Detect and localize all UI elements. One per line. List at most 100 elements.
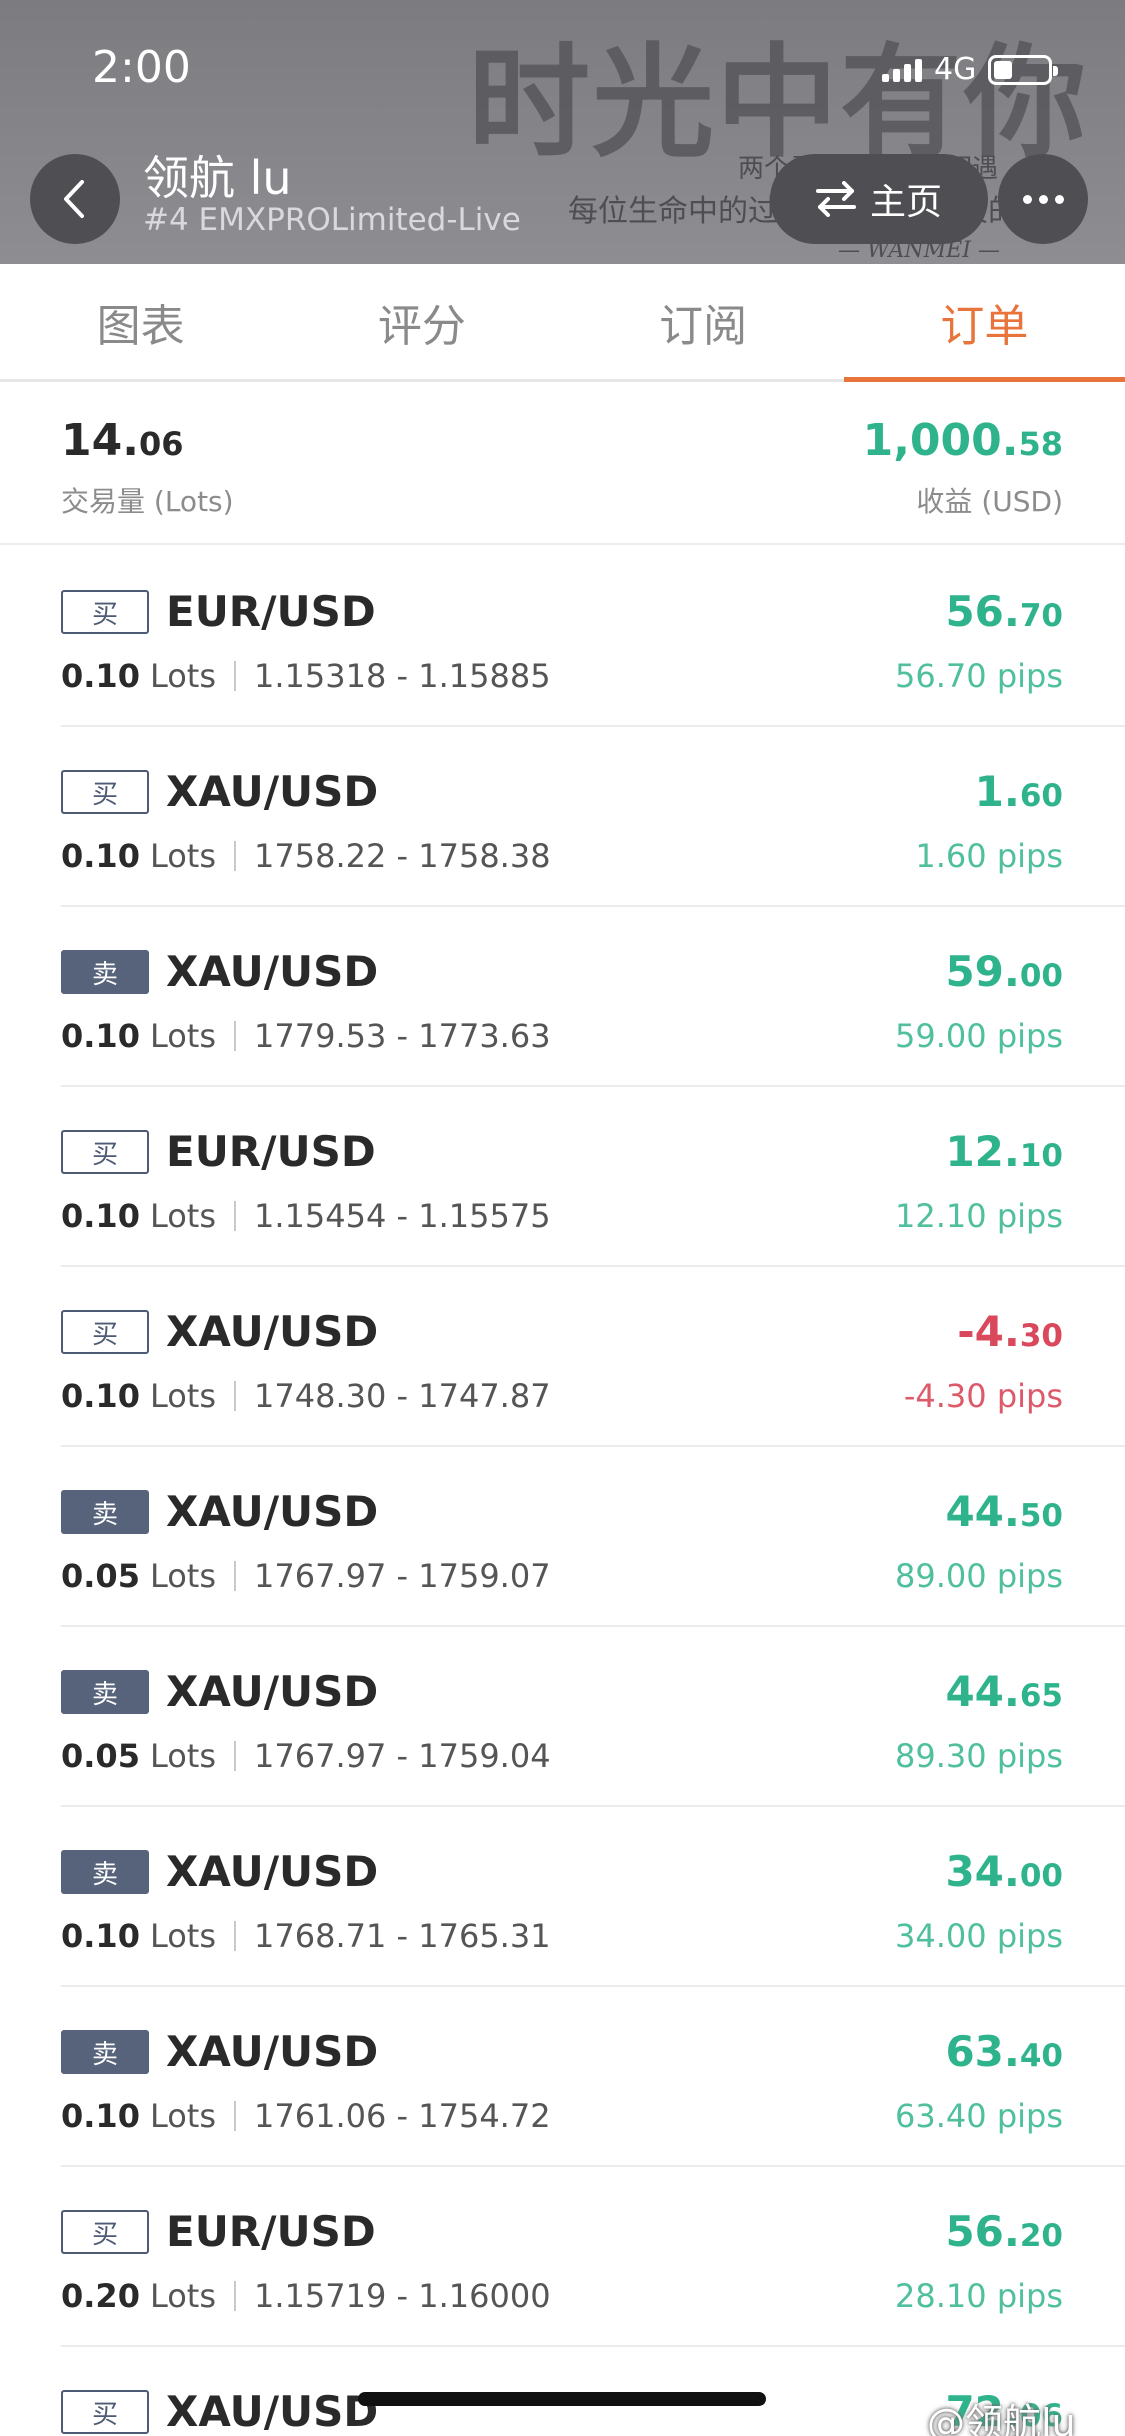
- order-row[interactable]: 卖 XAU/USD 0.10 Lots 1779.53 - 1773.63 59…: [61, 907, 1125, 1087]
- profit-summary: 1,000.58 收益 (USD): [863, 415, 1063, 520]
- divider: [234, 2101, 237, 2131]
- order-symbol: XAU/USD: [166, 767, 379, 816]
- order-pips: 34.00 pips: [895, 1917, 1063, 1955]
- tab-subscribe[interactable]: 订阅: [563, 264, 844, 379]
- order-row[interactable]: 买 XAU/USD 0.10 Lots 1758.22 - 1758.38 1.…: [61, 727, 1125, 907]
- order-lots: 0.10: [61, 1017, 140, 1055]
- swap-arrows-icon: [815, 181, 856, 217]
- order-side-badge: 买: [61, 770, 149, 814]
- order-row[interactable]: 卖 XAU/USD 0.05 Lots 1767.97 - 1759.07 44…: [61, 1447, 1125, 1627]
- order-profit-frac: 70: [1019, 598, 1063, 634]
- order-profit: 56.20: [945, 2207, 1063, 2256]
- order-price-range: 1767.97 - 1759.04: [254, 1737, 551, 1775]
- order-profit: 63.40: [945, 2027, 1063, 2076]
- tab-orders[interactable]: 订单: [843, 264, 1125, 382]
- order-pips: 12.10 pips: [895, 1197, 1063, 1235]
- order-profit: 12.10: [945, 1127, 1063, 1176]
- order-profit-int: -4.: [957, 1307, 1020, 1356]
- order-lots: 0.10: [61, 657, 140, 695]
- order-row[interactable]: 卖 XAU/USD 0.10 Lots 1768.71 - 1765.31 34…: [61, 1807, 1125, 1987]
- order-row[interactable]: 卖 XAU/USD 0.10 Lots 1761.06 - 1754.72 63…: [61, 1987, 1125, 2167]
- tab-bar: 图表 评分 订阅 订单: [0, 264, 1125, 382]
- order-profit-int: 56.: [945, 587, 1020, 636]
- volume-label: 交易量 (Lots): [61, 485, 234, 518]
- order-lots: 0.05: [61, 1737, 140, 1775]
- order-side-badge: 买: [61, 2210, 149, 2254]
- order-profit: 56.70: [945, 587, 1063, 636]
- order-price-range: 1748.30 - 1747.87: [254, 1377, 551, 1415]
- order-profit-frac: 40: [1019, 2038, 1063, 2074]
- order-symbol: EUR/USD: [166, 2207, 376, 2256]
- order-side-badge: 买: [61, 1310, 149, 1354]
- order-details: 0.05 Lots 1767.97 - 1759.07: [61, 1557, 551, 1595]
- orders-summary: 14.06 交易量 (Lots) 1,000.58 收益 (USD): [0, 385, 1125, 545]
- home-button[interactable]: 主页: [770, 154, 988, 244]
- order-profit-int: 44.: [945, 1487, 1020, 1536]
- order-row[interactable]: 买 XAU/USD 0.10 Lots 1748.30 - 1747.87 -4…: [61, 1267, 1125, 1447]
- order-row[interactable]: 卖 XAU/USD 0.05 Lots 1767.97 - 1759.04 44…: [61, 1627, 1125, 1807]
- order-row[interactable]: 买 EUR/USD 0.10 Lots 1.15454 - 1.15575 12…: [61, 1087, 1125, 1267]
- tab-chart[interactable]: 图表: [0, 264, 281, 379]
- order-pips: 63.40 pips: [895, 2097, 1063, 2135]
- order-lots-unit: Lots: [149, 657, 217, 695]
- order-lots: 0.10: [61, 1917, 140, 1955]
- battery-icon: [988, 54, 1059, 85]
- order-row[interactable]: 买 EUR/USD 0.10 Lots 1.15318 - 1.15885 56…: [61, 547, 1125, 727]
- order-pips: 56.70 pips: [895, 657, 1063, 695]
- order-lots-unit: Lots: [149, 2097, 217, 2135]
- order-price-range: 1767.97 - 1759.07: [254, 1557, 551, 1595]
- volume-int: 14.: [61, 415, 139, 466]
- profit-value: 1,000.58: [863, 415, 1063, 466]
- status-time: 2:00: [92, 42, 191, 93]
- order-row[interactable]: 买 EUR/USD 0.20 Lots 1.15719 - 1.16000 56…: [61, 2167, 1125, 2347]
- order-price-range: 1.15719 - 1.16000: [254, 2277, 551, 2315]
- back-button[interactable]: [30, 154, 120, 244]
- order-profit-int: 59.: [945, 947, 1020, 996]
- status-indicators: 4G: [882, 52, 1059, 87]
- order-profit-int: 1.: [974, 767, 1020, 816]
- volume-summary: 14.06 交易量 (Lots): [61, 415, 234, 520]
- volume-frac: 06: [138, 425, 184, 463]
- more-options-button[interactable]: [998, 154, 1088, 244]
- divider: [234, 1201, 237, 1231]
- order-lots-unit: Lots: [149, 837, 217, 875]
- order-price-range: 1.15318 - 1.15885: [254, 657, 551, 695]
- order-details: 0.05 Lots 1767.97 - 1759.04: [61, 1737, 551, 1775]
- order-pips: -4.30 pips: [903, 1377, 1063, 1415]
- divider: [234, 1381, 237, 1411]
- order-details: 0.10 Lots 1758.22 - 1758.38: [61, 837, 551, 875]
- order-symbol: XAU/USD: [166, 1667, 379, 1716]
- order-price-range: 1.15454 - 1.15575: [254, 1197, 551, 1235]
- profit-frac: 58: [1018, 425, 1063, 463]
- account-name: 领航 lu: [143, 151, 292, 205]
- order-lots-unit: Lots: [149, 1917, 217, 1955]
- order-lots: 0.10: [61, 2097, 140, 2135]
- order-symbol: XAU/USD: [166, 1307, 379, 1356]
- order-price-range: 1779.53 - 1773.63: [254, 1017, 551, 1055]
- order-symbol: XAU/USD: [166, 947, 379, 996]
- order-price-range: 1768.71 - 1765.31: [254, 1917, 551, 1955]
- order-pips: 1.60 pips: [915, 837, 1063, 875]
- home-indicator[interactable]: [358, 2392, 766, 2406]
- tab-rating[interactable]: 评分: [281, 264, 562, 379]
- chevron-left-icon: [64, 180, 84, 218]
- profit-int: 1,000.: [862, 415, 1019, 466]
- order-profit-frac: 65: [1019, 1678, 1063, 1714]
- order-pips: 28.10 pips: [895, 2277, 1063, 2315]
- order-symbol: XAU/USD: [166, 1487, 379, 1536]
- order-details: 0.20 Lots 1.15719 - 1.16000: [61, 2277, 551, 2315]
- order-profit-frac: 00: [1019, 958, 1063, 994]
- order-side-badge: 卖: [61, 2030, 149, 2074]
- order-lots: 0.10: [61, 1197, 140, 1235]
- divider: [234, 1741, 237, 1771]
- network-type: 4G: [934, 52, 977, 87]
- order-symbol: XAU/USD: [166, 2027, 379, 2076]
- order-lots: 0.05: [61, 1557, 140, 1595]
- order-symbol: XAU/USD: [166, 2387, 379, 2436]
- order-pips: 89.00 pips: [895, 1557, 1063, 1595]
- order-profit-int: 56.: [945, 2207, 1020, 2256]
- order-details: 0.10 Lots 1748.30 - 1747.87: [61, 1377, 551, 1415]
- order-side-badge: 卖: [61, 1670, 149, 1714]
- order-lots: 0.10: [61, 837, 140, 875]
- order-pips: 59.00 pips: [895, 1017, 1063, 1055]
